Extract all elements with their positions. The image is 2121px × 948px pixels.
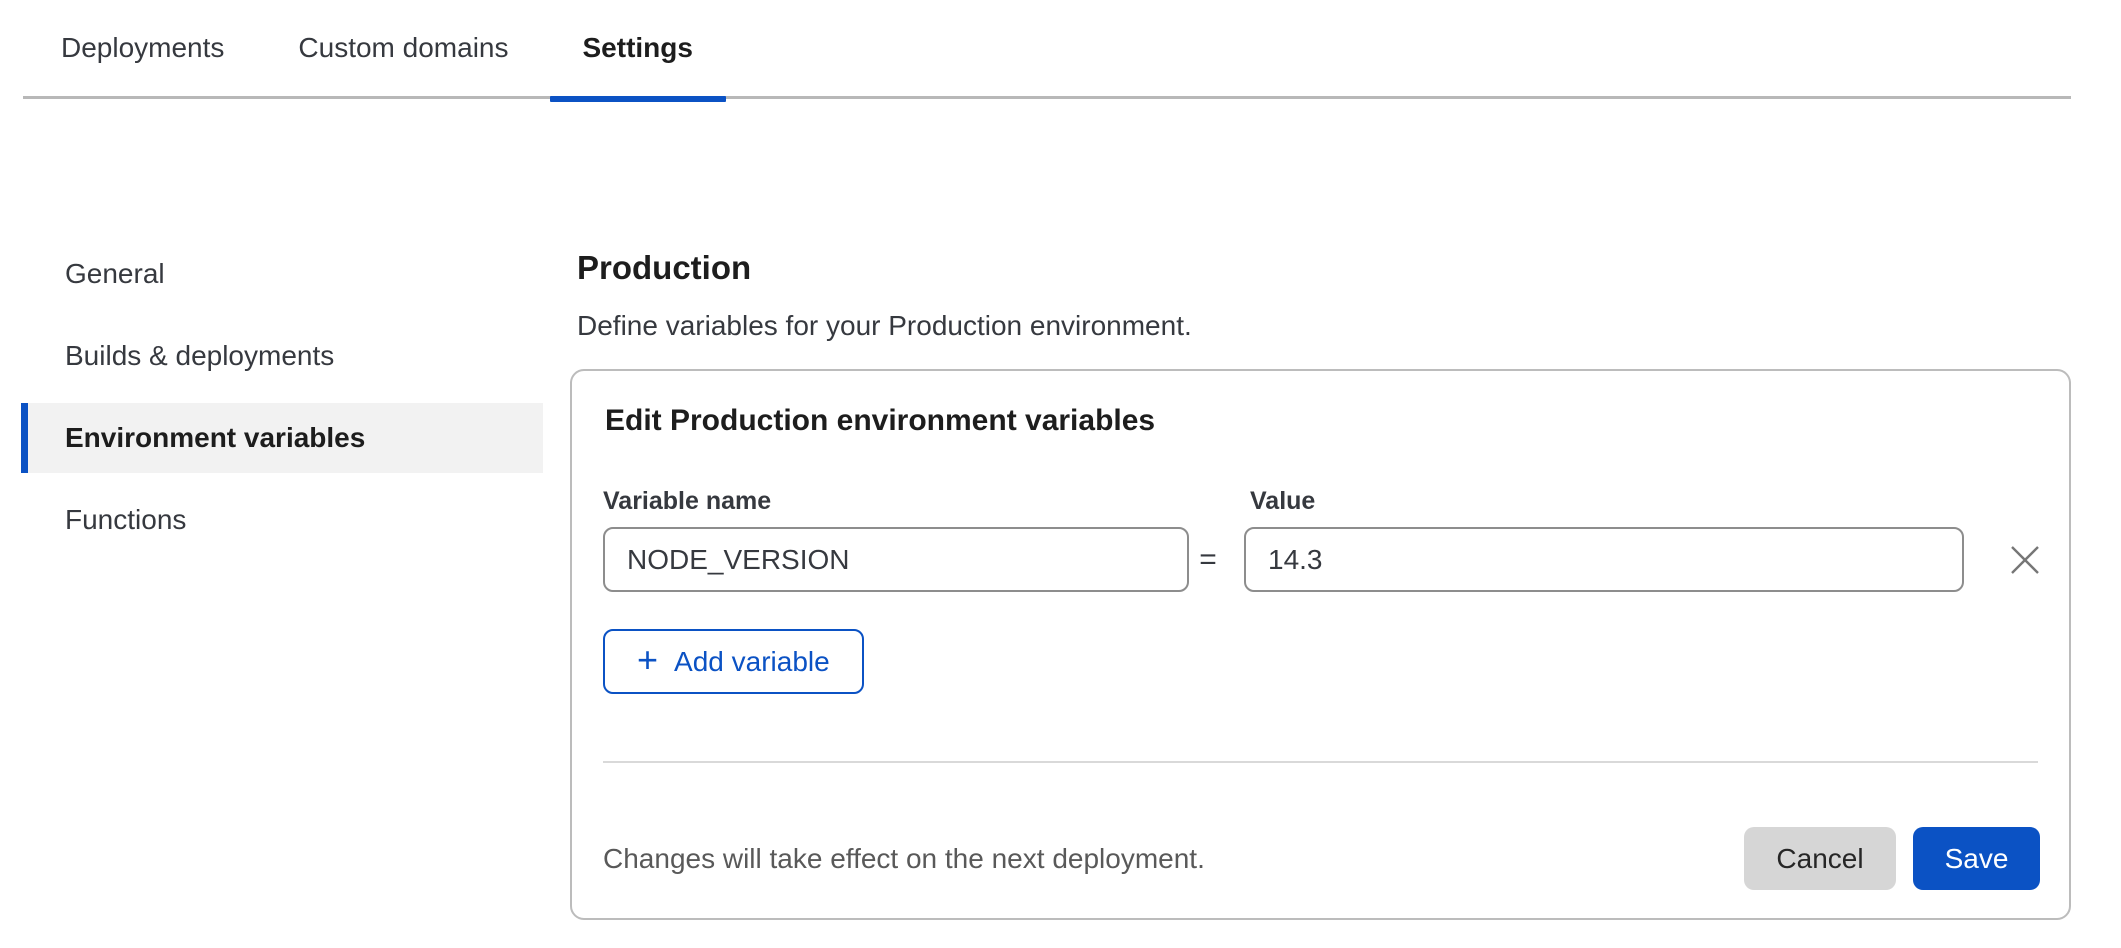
tab-label: Deployments [61, 32, 224, 64]
environment-variables-card: Edit Production environment variables Va… [570, 369, 2071, 920]
card-footer-divider [603, 761, 2038, 763]
plus-icon: + [637, 642, 658, 678]
sidebar-item-general[interactable]: General [21, 239, 543, 309]
page-subtitle: Define variables for your Production env… [577, 310, 2071, 342]
tab-custom-domains[interactable]: Custom domains [265, 0, 541, 98]
tab-settings[interactable]: Settings [550, 0, 726, 98]
card-title: Edit Production environment variables [605, 404, 1155, 438]
settings-sidenav: General Builds & deployments Environment… [21, 239, 543, 567]
x-icon [2008, 543, 2042, 577]
save-button[interactable]: Save [1913, 827, 2040, 890]
tab-deployments[interactable]: Deployments [28, 0, 257, 98]
sidebar-item-builds-deployments[interactable]: Builds & deployments [21, 321, 543, 391]
add-variable-label: Add variable [674, 646, 830, 678]
tab-label: Settings [583, 32, 693, 64]
sidebar-item-label: Builds & deployments [65, 340, 334, 372]
variable-value-input[interactable] [1244, 527, 1964, 592]
tab-label: Custom domains [298, 32, 508, 64]
sidebar-item-label: Functions [65, 504, 186, 536]
sidebar-item-environment-variables[interactable]: Environment variables [21, 403, 543, 473]
sidebar-item-label: General [65, 258, 165, 290]
value-label: Value [1250, 487, 1315, 516]
cancel-label: Cancel [1776, 843, 1863, 875]
settings-page: Deployments Custom domains Settings Gene… [0, 0, 2121, 948]
environment-section-header: Production Define variables for your Pro… [577, 248, 2071, 342]
remove-variable-button[interactable] [2002, 537, 2048, 583]
page-title: Production [577, 248, 2071, 288]
active-tab-underline [550, 96, 726, 102]
deployment-note: Changes will take effect on the next dep… [603, 843, 1205, 875]
equals-sign: = [1188, 527, 1228, 592]
variable-name-label: Variable name [603, 487, 771, 516]
variable-name-input[interactable] [603, 527, 1189, 592]
cancel-button[interactable]: Cancel [1744, 827, 1896, 890]
add-variable-button[interactable]: + Add variable [603, 629, 864, 694]
top-tab-bar: Deployments Custom domains Settings [23, 0, 2071, 99]
save-label: Save [1945, 843, 2009, 875]
sidebar-item-label: Environment variables [65, 422, 365, 454]
sidebar-item-functions[interactable]: Functions [21, 485, 543, 555]
